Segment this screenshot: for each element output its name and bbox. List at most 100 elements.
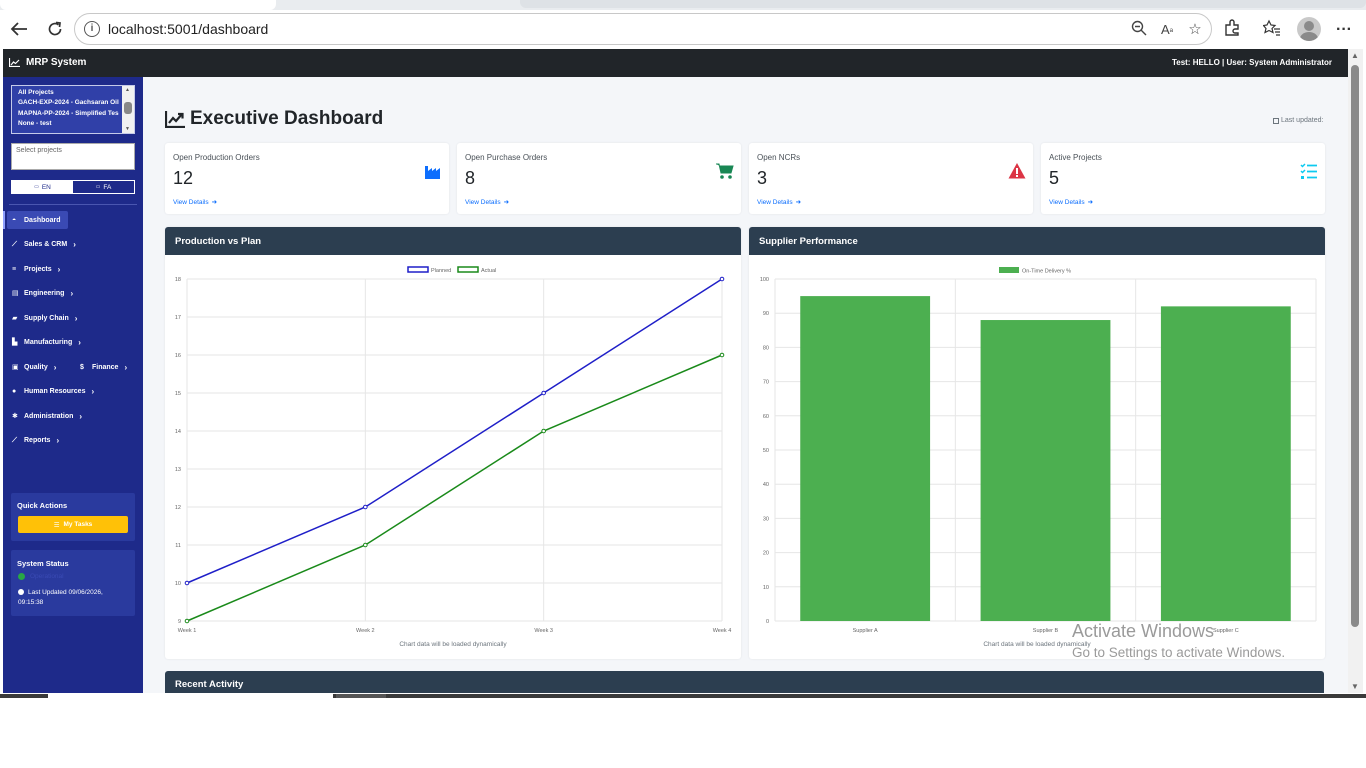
view-details-link[interactable]: View Details ➜ (173, 198, 217, 207)
chart-line-icon (165, 110, 185, 128)
browser-tab-strip (0, 0, 1366, 10)
watermark-line2: Go to Settings to activate Windows. (1072, 645, 1286, 660)
kpi-card-production-orders: Open Production Orders 12 View Details ➜ (165, 143, 449, 214)
browser-tab-other[interactable] (520, 0, 1366, 8)
data-point (719, 276, 725, 282)
sidebar-item-label: Projects (24, 265, 52, 273)
y-tick-label: 12 (175, 505, 181, 511)
flag-icon: ▭ (95, 184, 101, 190)
view-details-link[interactable]: View Details ➜ (1049, 198, 1093, 207)
supplier-performance-card: Supplier Performance 0 10 20 30 40 50 60 70 80 90… (749, 227, 1325, 659)
list-icon: ≡ (12, 265, 17, 273)
scroll-up-icon[interactable]: ▲ (1351, 51, 1359, 60)
quick-actions-card: Quick Actions ☰ My Tasks (11, 493, 135, 541)
sidebar-item-engineering[interactable]: ▤ Engineering › (7, 284, 73, 302)
gear-icon: ✱ (12, 412, 18, 420)
sidebar-item-reports[interactable]: ⟋ Reports › (7, 431, 59, 449)
sidebar-item-manufacturing[interactable]: ▙ Manufacturing › (7, 333, 81, 351)
data-point (184, 618, 190, 624)
site-info-icon[interactable]: i (84, 21, 100, 37)
quick-actions-title: Quick Actions (17, 501, 68, 510)
sidebar-item-quality[interactable]: ▣ Quality › (7, 358, 56, 376)
more-menu-icon[interactable]: ··· (1333, 19, 1355, 41)
favorite-star-icon[interactable]: ☆ (1185, 20, 1205, 40)
page-scroll-thumb[interactable] (1351, 65, 1359, 627)
kpi-card-ncrs: Open NCRs 3 View Details ➜ (749, 143, 1033, 214)
project-option[interactable]: None - test (12, 119, 124, 129)
production-vs-plan-card: Production vs Plan 9 10 11 12 13 14 15 16 17 18 We… (165, 227, 741, 659)
y-tick-label: 60 (763, 414, 769, 420)
y-tick-label: 50 (763, 448, 769, 454)
x-tick-label: Week 3 (534, 628, 553, 634)
cart-icon (716, 163, 734, 179)
chevron-right-icon: › (56, 435, 60, 445)
zoom-icon[interactable] (1129, 20, 1149, 40)
address-bar[interactable]: i localhost:5001/dashboard Aᵃ ☆ (74, 13, 1212, 45)
brand[interactable]: MRP System (9, 57, 86, 68)
read-aloud-icon[interactable]: Aᵃ (1157, 20, 1177, 40)
legend-swatch (457, 266, 479, 273)
browser-tab-active[interactable] (0, 0, 276, 10)
kpi-label: Open Purchase Orders (465, 153, 548, 162)
project-option[interactable]: All Projects (12, 88, 124, 98)
sidebar-item-dashboard[interactable]: ◓ Dashboard (7, 211, 68, 229)
status-text: Operational (30, 573, 64, 580)
project-option[interactable]: GACH-EXP-2024 - Gachsaran Oil (12, 98, 124, 108)
view-details-link[interactable]: View Details ➜ (757, 198, 801, 207)
project-list[interactable]: All Projects GACH-EXP-2024 - Gachsaran O… (11, 85, 135, 134)
sidebar-item-projects[interactable]: ≡ Projects › (7, 260, 60, 278)
sidebar-item-sales-crm[interactable]: ⟋ Sales & CRM › (7, 235, 76, 253)
sidebar-item-administration[interactable]: ✱ Administration › (7, 407, 82, 425)
sidebar-item-supply-chain[interactable]: ▰ Supply Chain › (7, 309, 77, 327)
project-list-scroll-thumb[interactable] (124, 102, 132, 114)
y-tick-label: 14 (175, 429, 181, 435)
view-details-link[interactable]: View Details ➜ (465, 198, 509, 207)
back-icon[interactable] (6, 16, 32, 42)
sidebar-item-label: Human Resources (24, 387, 86, 395)
favorites-icon[interactable] (1261, 19, 1283, 41)
system-status-card: System Status Operational Last Updated 0… (11, 550, 135, 616)
reload-icon[interactable] (42, 16, 68, 42)
scroll-down-icon[interactable]: ▼ (1351, 682, 1359, 691)
sidebar-item-label: Sales & CRM (24, 240, 68, 248)
file-icon: ▤ (12, 289, 19, 297)
card-header: Production vs Plan (165, 227, 741, 255)
users-icon: ● (12, 387, 17, 395)
truck-icon: ▰ (12, 314, 18, 322)
chevron-right-icon: › (53, 362, 57, 372)
production-line-chart[interactable]: 9 10 11 12 13 14 15 16 17 18 Week 1 Week 2 Week 3 Wee… (165, 255, 741, 641)
my-tasks-button[interactable]: ☰ My Tasks (18, 516, 128, 533)
sidebar-divider (9, 204, 137, 205)
sidebar-item-label: Finance (92, 363, 119, 371)
user-info[interactable]: Test: HELLO | User: System Administrator (1172, 58, 1332, 67)
sidebar-item-human-resources[interactable]: ● Human Resources › (7, 382, 94, 400)
page-scrollbar[interactable]: ▲ ▼ (1348, 49, 1363, 693)
legend-label: Actual (481, 268, 496, 274)
x-tick-label: Week 1 (178, 628, 197, 634)
kpi-value: 8 (465, 168, 476, 188)
project-multiselect[interactable]: Select projects (11, 143, 135, 170)
y-tick-label: 13 (175, 467, 181, 473)
y-tick-label: 11 (175, 543, 181, 549)
chevron-right-icon: › (78, 337, 81, 347)
url-text[interactable]: localhost:5001/dashboard (108, 21, 268, 37)
y-tick-label: 16 (175, 353, 181, 359)
my-tasks-label: My Tasks (63, 521, 93, 528)
sidebar: All Projects GACH-EXP-2024 - Gachsaran O… (3, 77, 143, 693)
y-tick-label: 40 (763, 482, 769, 488)
project-option[interactable]: MAPNA-PP-2024 - Simplified Tes (12, 109, 124, 119)
clipboard-icon: ▣ (12, 363, 19, 371)
data-point (541, 428, 546, 434)
supplier-bar-chart[interactable]: 0 10 20 30 40 50 60 70 80 90 100 On-Time Delivery %… (749, 255, 1325, 641)
sidebar-item-finance[interactable]: $ Finance › (75, 358, 127, 376)
profile-avatar[interactable] (1297, 17, 1321, 41)
y-tick-label: 80 (763, 345, 769, 351)
extensions-icon[interactable] (1221, 19, 1243, 41)
recent-activity-header: Recent Activity (165, 671, 1324, 693)
chart-line-icon (9, 58, 20, 67)
lang-en-button[interactable]: ▭ EN (12, 181, 73, 193)
y-tick-label: 10 (763, 585, 769, 591)
data-point (541, 390, 546, 396)
lang-fa-button[interactable]: ▭ FA (73, 181, 134, 193)
brand-name: MRP System (26, 57, 87, 68)
